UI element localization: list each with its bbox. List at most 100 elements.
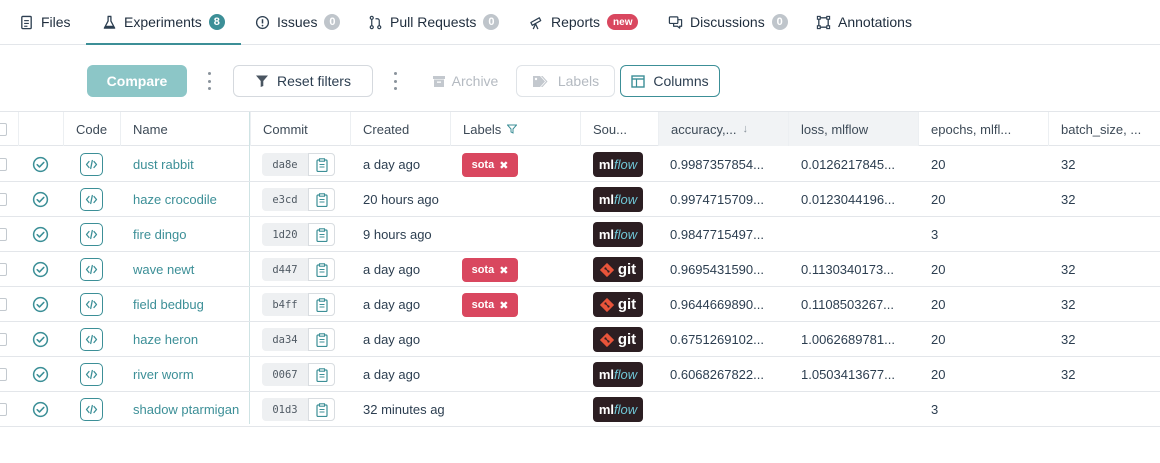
columns-button[interactable]: Columns <box>620 65 720 97</box>
table-row[interactable]: shadow ptarmigan 01d3 32 minutes ag ml flow 3 <box>0 392 1160 427</box>
remove-label-icon[interactable]: ✖ <box>499 264 508 277</box>
tab-issues[interactable]: Issues 0 <box>255 0 341 44</box>
commit-hash[interactable]: 01d3 <box>262 398 308 421</box>
source-flow-text: flow <box>614 367 638 382</box>
remove-label-icon[interactable]: ✖ <box>499 159 508 172</box>
copy-commit-button[interactable] <box>308 223 335 246</box>
clipboard-icon <box>315 367 328 382</box>
view-code-button[interactable] <box>80 293 103 316</box>
commit-hash[interactable]: da8e <box>262 153 308 176</box>
reset-filters-button[interactable]: Reset filters <box>233 65 373 97</box>
experiment-name-link[interactable]: field bedbug <box>133 287 204 322</box>
remove-label-icon[interactable]: ✖ <box>499 299 508 312</box>
code-icon <box>85 264 98 275</box>
row-checkbox[interactable] <box>0 263 7 276</box>
copy-commit-button[interactable] <box>308 153 335 176</box>
table-row[interactable]: field bedbug b4ff a day ago sota ✖ git 0.96446… <box>0 287 1160 322</box>
source-badge: ml flow <box>593 362 643 387</box>
view-code-button[interactable] <box>80 398 103 421</box>
filter-icon[interactable] <box>507 124 518 134</box>
loss-column-header[interactable]: loss, mlflow <box>788 112 918 146</box>
epochs-column-header[interactable]: epochs, mlfl... <box>918 112 1048 146</box>
copy-commit-button[interactable] <box>308 188 335 211</box>
experiment-name-link[interactable]: fire dingo <box>133 217 186 252</box>
commit-hash[interactable]: e3cd <box>262 188 308 211</box>
commit-hash[interactable]: da34 <box>262 328 308 351</box>
epochs-value: 20 <box>931 157 946 172</box>
pull-request-icon <box>368 15 383 30</box>
check-circle-icon <box>32 191 49 208</box>
commit-column-header[interactable]: Commit <box>250 112 350 146</box>
commit-hash[interactable]: b4ff <box>262 293 308 316</box>
tab-files[interactable]: Files <box>19 0 71 44</box>
tab-reports[interactable]: Reports new <box>529 0 639 44</box>
name-column-header[interactable]: Name <box>120 112 250 146</box>
table-row[interactable]: fire dingo 1d20 9 hours ago ml flow 0.9847715… <box>0 217 1160 252</box>
loss-value: 0.0123044196... <box>801 192 895 207</box>
table-row[interactable]: dust rabbit da8e a day ago sota ✖ ml flow 0.998… <box>0 147 1160 182</box>
experiment-name-link[interactable]: dust rabbit <box>133 147 194 182</box>
experiment-name-link[interactable]: haze crocodile <box>133 182 217 217</box>
label-tag[interactable]: sota ✖ <box>462 153 518 177</box>
commit-chip: 1d20 <box>262 223 335 246</box>
row-checkbox[interactable] <box>0 333 7 346</box>
more-actions-icon[interactable] <box>392 72 398 90</box>
row-checkbox[interactable] <box>0 368 7 381</box>
row-checkbox[interactable] <box>0 158 7 171</box>
select-all-checkbox[interactable] <box>0 123 7 136</box>
commit-hash[interactable]: 1d20 <box>262 223 308 246</box>
accuracy-column-header[interactable]: accuracy,... ↓ <box>658 112 788 146</box>
copy-commit-button[interactable] <box>308 258 335 281</box>
batch-size-column-header[interactable]: batch_size, ... <box>1048 112 1160 146</box>
table-row[interactable]: wave newt d447 a day ago sota ✖ git 0.96954315… <box>0 252 1160 287</box>
sort-descending-icon[interactable]: ↓ <box>743 123 749 135</box>
row-checkbox[interactable] <box>0 228 7 241</box>
experiment-name-link[interactable]: haze heron <box>133 322 198 357</box>
source-badge: git <box>593 257 643 282</box>
tab-pull-requests[interactable]: Pull Requests 0 <box>368 0 500 44</box>
clipboard-icon <box>315 157 328 172</box>
view-code-button[interactable] <box>80 328 103 351</box>
tab-annotations-label: Annotations <box>838 14 912 30</box>
labels-button[interactable]: Labels <box>516 65 615 97</box>
accuracy-value: 0.6068267822... <box>670 367 764 382</box>
view-code-button[interactable] <box>80 363 103 386</box>
view-code-button[interactable] <box>80 223 103 246</box>
compare-button[interactable]: Compare <box>87 65 187 97</box>
columns-icon <box>631 74 646 88</box>
table-row[interactable]: river worm 0067 a day ago ml flow 0.606826782… <box>0 357 1160 392</box>
view-code-button[interactable] <box>80 258 103 281</box>
copy-commit-button[interactable] <box>308 398 335 421</box>
archive-button[interactable]: Archive <box>428 65 502 97</box>
created-column-header[interactable]: Created <box>350 112 450 146</box>
commit-hash[interactable]: d447 <box>262 258 308 281</box>
commit-hash[interactable]: 0067 <box>262 363 308 386</box>
label-tag[interactable]: sota ✖ <box>462 293 518 317</box>
row-checkbox[interactable] <box>0 193 7 206</box>
row-checkbox[interactable] <box>0 403 7 416</box>
more-options-icon[interactable] <box>206 72 212 90</box>
copy-commit-button[interactable] <box>308 293 335 316</box>
table-header: Code Name Commit Created Labels Sou... a… <box>0 112 1160 146</box>
code-icon <box>85 194 98 205</box>
code-column-header[interactable]: Code <box>63 112 120 146</box>
copy-commit-button[interactable] <box>308 363 335 386</box>
table-row[interactable]: haze crocodile e3cd 20 hours ago ml flow 0.99… <box>0 182 1160 217</box>
view-code-button[interactable] <box>80 188 103 211</box>
table-row[interactable]: haze heron da34 a day ago git 0.6751269102..… <box>0 322 1160 357</box>
labels-column-header[interactable]: Labels <box>450 112 580 146</box>
tab-discussions[interactable]: Discussions 0 <box>668 0 788 44</box>
source-git-text: git <box>617 331 637 348</box>
experiments-table: Code Name Commit Created Labels Sou... a… <box>0 112 1160 427</box>
source-column-header[interactable]: Sou... <box>580 112 658 146</box>
experiment-name-link[interactable]: shadow ptarmigan <box>133 392 239 427</box>
label-tag[interactable]: sota ✖ <box>462 258 518 282</box>
view-code-button[interactable] <box>80 153 103 176</box>
tab-annotations[interactable]: Annotations <box>816 0 912 44</box>
experiment-name-link[interactable]: wave newt <box>133 252 194 287</box>
copy-commit-button[interactable] <box>308 328 335 351</box>
tab-experiments[interactable]: Experiments 8 <box>86 0 241 45</box>
commit-chip: da8e <box>262 153 335 176</box>
row-checkbox[interactable] <box>0 298 7 311</box>
experiment-name-link[interactable]: river worm <box>133 357 194 392</box>
